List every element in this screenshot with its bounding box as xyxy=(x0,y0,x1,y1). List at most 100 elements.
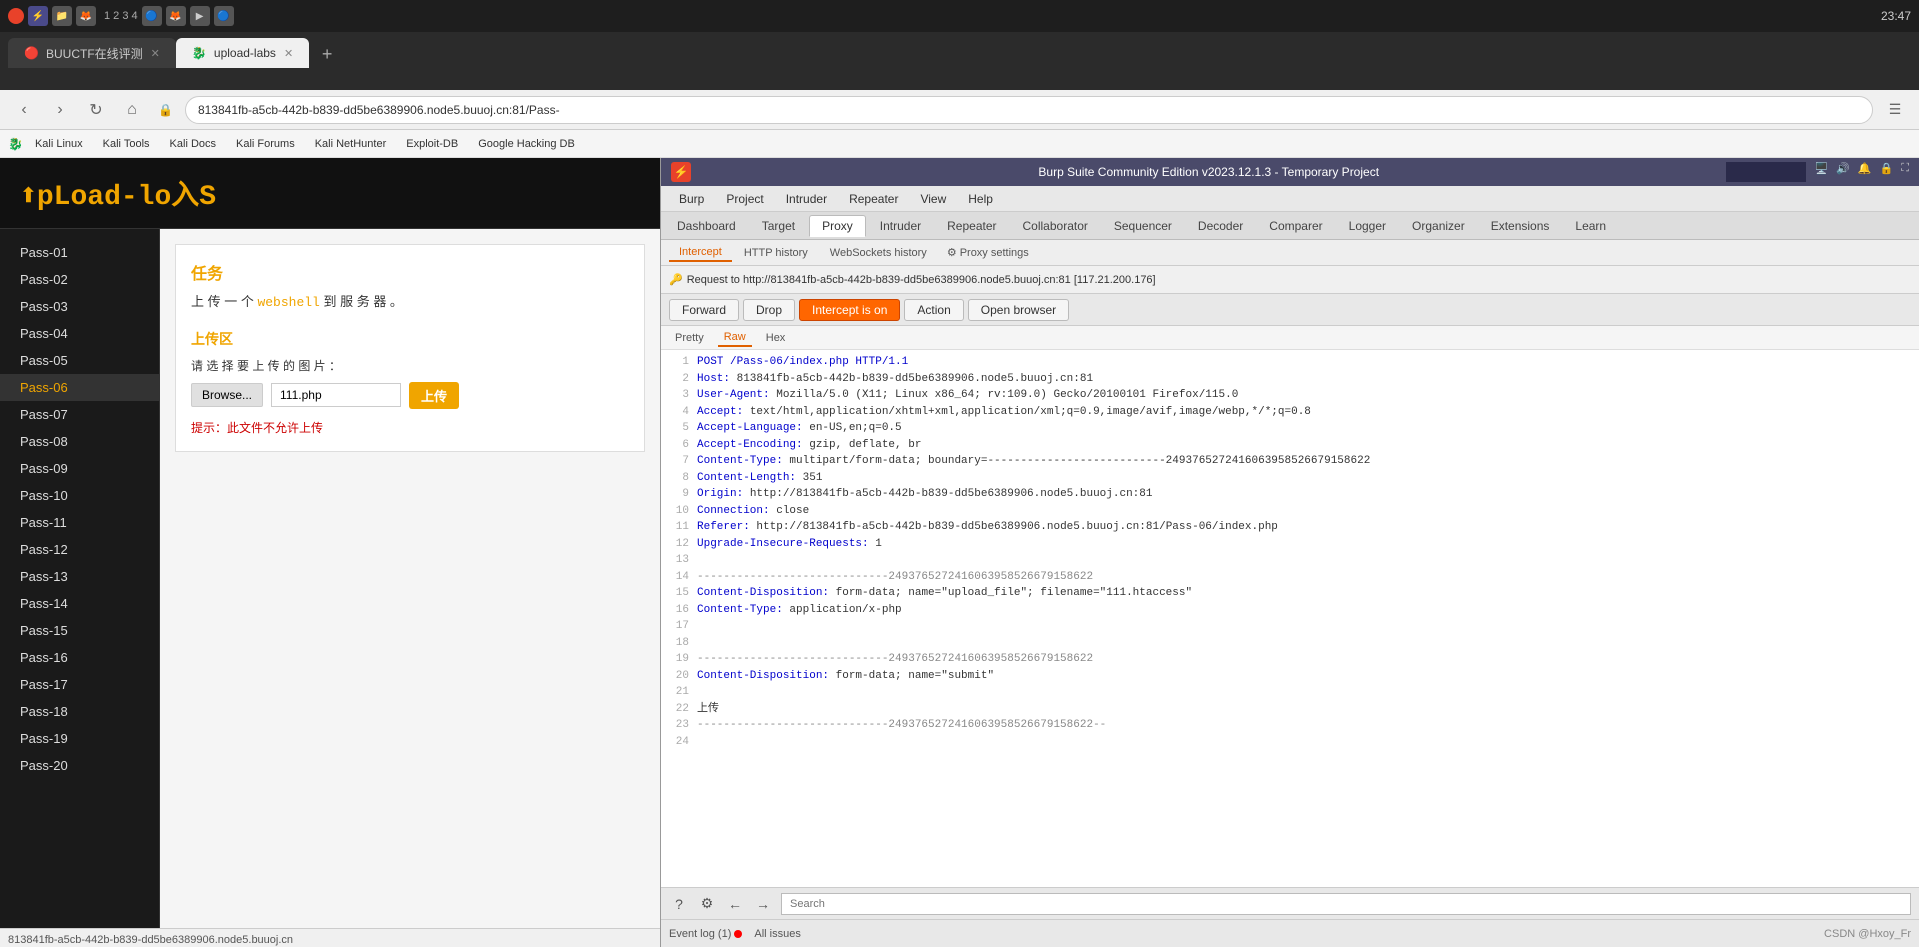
address-input[interactable] xyxy=(185,96,1873,124)
refresh-button[interactable]: ↻ xyxy=(82,96,110,124)
bookmark-kali-nethunter[interactable]: Kali NetHunter xyxy=(307,136,395,152)
bookmark-google-hacking[interactable]: Google Hacking DB xyxy=(470,136,583,152)
tab-intruder[interactable]: Intruder xyxy=(868,216,933,236)
proxy-tab-http-history[interactable]: HTTP history xyxy=(734,245,818,261)
drop-button[interactable]: Drop xyxy=(743,299,795,321)
nav-pass06[interactable]: Pass-06 xyxy=(0,374,159,401)
view-tab-raw[interactable]: Raw xyxy=(718,329,752,347)
all-issues-button[interactable]: All issues xyxy=(754,928,800,940)
nav-pass11[interactable]: Pass-11 xyxy=(0,509,159,536)
forward-button[interactable]: Forward xyxy=(669,299,739,321)
open-browser-button[interactable]: Open browser xyxy=(968,299,1069,321)
menu-help[interactable]: Help xyxy=(958,190,1003,208)
tab1-close[interactable]: ✕ xyxy=(151,47,160,60)
nav-pass07[interactable]: Pass-07 xyxy=(0,401,159,428)
request-line: 11Referer: http://813841fb-a5cb-442b-b83… xyxy=(665,519,1915,536)
tab-dashboard[interactable]: Dashboard xyxy=(665,216,748,236)
term-icon[interactable]: ▶ xyxy=(190,6,210,26)
bookmark-kali-linux[interactable]: Kali Linux xyxy=(27,136,91,152)
nav-pass13[interactable]: Pass-13 xyxy=(0,563,159,590)
nav-pass15[interactable]: Pass-15 xyxy=(0,617,159,644)
help-icon[interactable]: ? xyxy=(669,894,689,914)
back-nav-icon[interactable]: ← xyxy=(725,894,745,914)
webpage-panel: ⬆pLoad-lo入S Pass-01 Pass-02 Pass-03 Pass… xyxy=(0,158,660,947)
request-body[interactable]: 1POST /Pass-06/index.php HTTP/1.12Host: … xyxy=(661,350,1919,887)
nav-pass08[interactable]: Pass-08 xyxy=(0,428,159,455)
nav-pass20[interactable]: Pass-20 xyxy=(0,752,159,779)
menu-button[interactable]: ☰ xyxy=(1881,96,1909,124)
action-button[interactable]: Action xyxy=(904,299,963,321)
forward-button[interactable]: › xyxy=(46,96,74,124)
nav-pass18[interactable]: Pass-18 xyxy=(0,698,159,725)
nav-pass14[interactable]: Pass-14 xyxy=(0,590,159,617)
proxy-settings-link[interactable]: ⚙ Proxy settings xyxy=(947,246,1029,259)
nav-pass01[interactable]: Pass-01 xyxy=(0,239,159,266)
menu-project[interactable]: Project xyxy=(716,190,773,208)
browser3-icon[interactable]: 🦊 xyxy=(166,6,186,26)
menu-repeater[interactable]: Repeater xyxy=(839,190,908,208)
browser2-icon[interactable]: 🔵 xyxy=(142,6,162,26)
bookmark-exploit-db[interactable]: Exploit-DB xyxy=(398,136,466,152)
browser-tab-1[interactable]: 🔴 BUUCTF在线评测 ✕ xyxy=(8,38,176,68)
tab-sequencer[interactable]: Sequencer xyxy=(1102,216,1184,236)
menu-intruder[interactable]: Intruder xyxy=(776,190,837,208)
view-tab-pretty[interactable]: Pretty xyxy=(669,330,710,346)
bookmark-kali-tools[interactable]: Kali Tools xyxy=(95,136,158,152)
browse-button[interactable]: Browse... xyxy=(191,383,263,407)
proxy-tab-intercept[interactable]: Intercept xyxy=(669,244,732,262)
forward-nav-icon[interactable]: → xyxy=(753,894,773,914)
tab-comparer[interactable]: Comparer xyxy=(1257,216,1334,236)
lock2-icon[interactable]: 🔒 xyxy=(1880,162,1894,182)
tab-logger[interactable]: Logger xyxy=(1337,216,1398,236)
tab-organizer[interactable]: Organizer xyxy=(1400,216,1477,236)
tab-extensions[interactable]: Extensions xyxy=(1479,216,1562,236)
nav-pass16[interactable]: Pass-16 xyxy=(0,644,159,671)
home-button[interactable]: ⌂ xyxy=(118,96,146,124)
menu-burp[interactable]: Burp xyxy=(669,190,714,208)
bookmarks-bar: 🐉 Kali Linux Kali Tools Kali Docs Kali F… xyxy=(0,130,1919,158)
search-input[interactable] xyxy=(781,893,1911,915)
nav-pass09[interactable]: Pass-09 xyxy=(0,455,159,482)
nav-pass19[interactable]: Pass-19 xyxy=(0,725,159,752)
app-icon[interactable]: ⚡ xyxy=(28,6,48,26)
site-logo: ⬆pLoad-lo入S xyxy=(20,173,640,213)
menu-view[interactable]: View xyxy=(910,190,956,208)
back-button[interactable]: ‹ xyxy=(10,96,38,124)
nav-pass05[interactable]: Pass-05 xyxy=(0,347,159,374)
nav-pass03[interactable]: Pass-03 xyxy=(0,293,159,320)
maximize-icon[interactable]: ⛶ xyxy=(1901,162,1909,182)
tab-proxy[interactable]: Proxy xyxy=(809,215,866,237)
proxy-tab-websockets[interactable]: WebSockets history xyxy=(820,245,937,261)
extra-icon[interactable]: 🔵 xyxy=(214,6,234,26)
tab2-close[interactable]: ✕ xyxy=(284,47,293,60)
bookmark-kali-docs[interactable]: Kali Docs xyxy=(162,136,224,152)
speaker-icon[interactable]: 🔊 xyxy=(1836,162,1850,182)
nav-pass12[interactable]: Pass-12 xyxy=(0,536,159,563)
request-line: 2Host: 813841fb-a5cb-442b-b839-dd5be6389… xyxy=(665,371,1915,388)
upload-button[interactable]: 上传 xyxy=(409,382,459,409)
folder-icon[interactable]: 📁 xyxy=(52,6,72,26)
nav-pass17[interactable]: Pass-17 xyxy=(0,671,159,698)
intercept-button[interactable]: Intercept is on xyxy=(799,299,900,321)
tab-decoder[interactable]: Decoder xyxy=(1186,216,1255,236)
nav-pass02[interactable]: Pass-02 xyxy=(0,266,159,293)
request-line: 9Origin: http://813841fb-a5cb-442b-b839-… xyxy=(665,486,1915,503)
browser-icon[interactable]: 🦊 xyxy=(76,6,96,26)
event-log-button[interactable]: Event log (1) xyxy=(669,928,742,940)
nav-pass10[interactable]: Pass-10 xyxy=(0,482,159,509)
tab-target[interactable]: Target xyxy=(750,216,807,236)
bookmark-kali-forums[interactable]: Kali Forums xyxy=(228,136,303,152)
nav-pass04[interactable]: Pass-04 xyxy=(0,320,159,347)
settings-icon[interactable]: ⚙ xyxy=(697,894,717,914)
notification-icon[interactable]: 🔔 xyxy=(1858,162,1872,182)
request-line: 22上传 xyxy=(665,701,1915,718)
workspace-nums: 1 2 3 4 xyxy=(104,10,138,22)
view-tab-hex[interactable]: Hex xyxy=(760,330,792,346)
tab-learn[interactable]: Learn xyxy=(1563,216,1618,236)
tab-collaborator[interactable]: Collaborator xyxy=(1011,216,1100,236)
tab-repeater[interactable]: Repeater xyxy=(935,216,1008,236)
event-log-indicator xyxy=(734,930,742,938)
browser-tab-2[interactable]: 🐉 upload-labs ✕ xyxy=(176,38,309,68)
minimize-icon[interactable]: 🖥️ xyxy=(1814,162,1828,182)
new-tab-button[interactable]: + xyxy=(313,40,341,68)
